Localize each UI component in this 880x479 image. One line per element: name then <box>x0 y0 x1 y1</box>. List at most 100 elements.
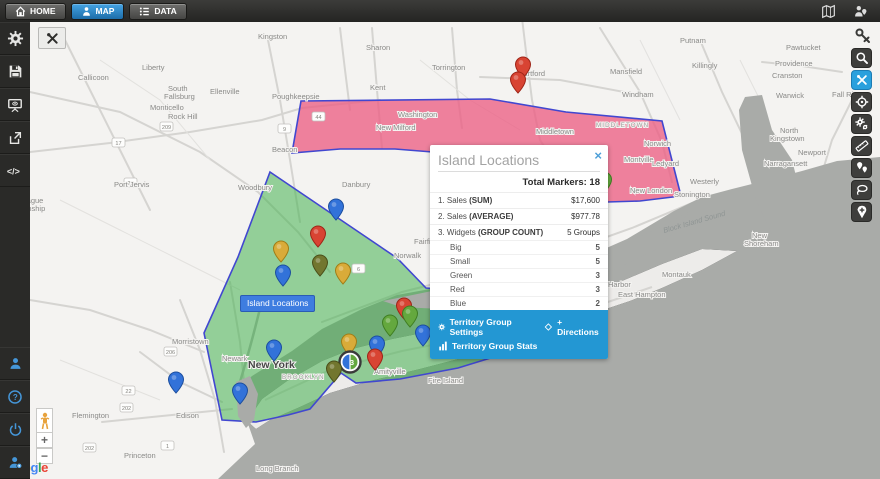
map-label: Narragansett <box>764 159 808 168</box>
map-label: Ledyard <box>652 159 679 168</box>
map-label: Norwalk <box>394 251 421 260</box>
presentation-icon <box>7 97 23 113</box>
popup-footer: Territory Group Settings + Directions Te… <box>430 310 608 359</box>
marker-person-button[interactable] <box>848 2 872 20</box>
zoom-in-button[interactable]: + <box>36 432 53 448</box>
map-label: MIDDLETOWN <box>596 122 649 129</box>
tab-data-label: DATA <box>154 6 176 16</box>
pegman-icon <box>40 412 50 430</box>
territory-group-stats-button[interactable]: Territory Group Stats <box>438 341 537 351</box>
app-window: 2091744229206222021202627 KingstonWindso… <box>0 0 880 479</box>
add-marker-tool-button[interactable] <box>851 202 872 222</box>
logout-button[interactable] <box>0 413 30 446</box>
map-label: Amityville <box>374 367 406 376</box>
share-button[interactable] <box>0 121 30 154</box>
svg-text:3: 3 <box>350 358 354 367</box>
tab-data[interactable]: DATA <box>129 3 186 20</box>
map-label: East Hampton <box>618 290 666 299</box>
group-row: Red3 <box>430 282 608 296</box>
svg-text:202: 202 <box>85 446 94 452</box>
account-button[interactable] <box>0 446 30 479</box>
svg-text:?: ? <box>13 393 18 402</box>
crossed-tools-icon <box>855 73 869 87</box>
cluster-marker[interactable]: 3 <box>340 352 361 373</box>
stat-row-sum: 1. Sales (SUM) $17,600 <box>430 192 608 208</box>
embed-code-button[interactable]: </> <box>0 154 30 187</box>
recenter-tool-button[interactable] <box>851 92 872 112</box>
map-label: Stonington <box>674 190 710 199</box>
marker-settings-tool-button[interactable] <box>851 114 872 134</box>
map-label: Callicoon <box>78 73 109 82</box>
lasso-icon <box>855 183 869 197</box>
group-breakdown: Big5Small5Green3Red3Blue2 <box>430 240 608 310</box>
account-icon <box>8 455 23 470</box>
map-icon-button[interactable] <box>816 2 840 20</box>
gear-icon <box>7 30 24 47</box>
svg-text:17: 17 <box>115 141 121 147</box>
map-tools-tool-button[interactable] <box>851 70 872 90</box>
gears-icon <box>855 117 869 131</box>
route-shield: 6 <box>352 264 365 273</box>
territory-info-popup: × Island Locations Total Markers: 18 1. … <box>430 145 608 359</box>
close-icon[interactable]: × <box>594 149 602 162</box>
right-toolbar <box>851 48 872 222</box>
map-label: Killingly <box>692 61 718 70</box>
map-label: New London <box>630 186 672 195</box>
map-icon <box>820 4 837 19</box>
presentation-button[interactable] <box>0 88 30 121</box>
map-label: Providence <box>775 59 813 68</box>
route-shield: 202 <box>83 443 96 452</box>
map-label: Flemington <box>72 411 109 420</box>
top-navigation-bar: HOME MAP DATA <box>0 0 880 22</box>
map-label: Port Jervis <box>114 180 150 189</box>
total-markers: Total Markers: 18 <box>430 172 608 192</box>
map-label: Newport <box>798 148 827 157</box>
grouping-tools-button[interactable] <box>851 158 872 178</box>
map-label: Torrington <box>432 63 465 72</box>
save-icon <box>8 64 23 79</box>
save-button[interactable] <box>0 55 30 88</box>
map-label: Norwich <box>644 139 671 148</box>
user-button[interactable] <box>0 347 30 380</box>
map-label: Fire Island <box>428 376 463 385</box>
svg-text:9: 9 <box>283 127 286 133</box>
map-label: Pawtucket <box>786 43 822 52</box>
help-button[interactable]: ? <box>0 380 30 413</box>
svg-text:</>: </> <box>7 166 20 176</box>
pegman-control[interactable] <box>36 408 53 432</box>
svg-text:1: 1 <box>166 444 169 450</box>
map-label: Westerly <box>690 177 719 186</box>
settings-button[interactable] <box>0 22 30 55</box>
map-label: Shoreham <box>744 239 779 248</box>
key-icon <box>854 27 872 45</box>
add-pin-icon <box>855 205 869 219</box>
tab-map-label: MAP <box>96 6 115 16</box>
map-label: Montauk <box>662 270 691 279</box>
map-label: Middletown <box>536 127 574 136</box>
map-label: BROOKLYN <box>282 374 325 381</box>
lasso-tool-button[interactable] <box>851 180 872 200</box>
search-tool-button[interactable] <box>851 48 872 68</box>
territory-label-chip[interactable]: Island Locations <box>240 295 315 312</box>
popup-title: Island Locations <box>430 145 608 171</box>
map-tools-toggle-button[interactable] <box>38 27 66 49</box>
svg-text:6: 6 <box>357 267 360 273</box>
key-tool-button[interactable] <box>854 27 872 50</box>
tab-map[interactable]: MAP <box>71 3 125 20</box>
route-shield: 44 <box>312 112 325 121</box>
map-label: Windham <box>622 90 654 99</box>
map-label: Putnam <box>680 36 706 45</box>
stat-row-group-count: 3. Widgets (GROUP COUNT) 5 Groups <box>430 224 608 240</box>
ruler-icon <box>855 139 869 153</box>
route-shield: 22 <box>122 386 135 395</box>
group-row: Blue2 <box>430 296 608 310</box>
share-icon <box>7 130 23 146</box>
directions-diamond-icon <box>544 322 553 332</box>
directions-button[interactable]: + Directions <box>544 317 600 337</box>
bar-chart-icon <box>438 341 448 351</box>
route-shield: 17 <box>112 138 125 147</box>
territory-group-settings-button[interactable]: Territory Group Settings <box>438 317 524 337</box>
measure-tool-button[interactable] <box>851 136 872 156</box>
tab-home[interactable]: HOME <box>5 3 66 20</box>
map-label: Danbury <box>342 180 371 189</box>
